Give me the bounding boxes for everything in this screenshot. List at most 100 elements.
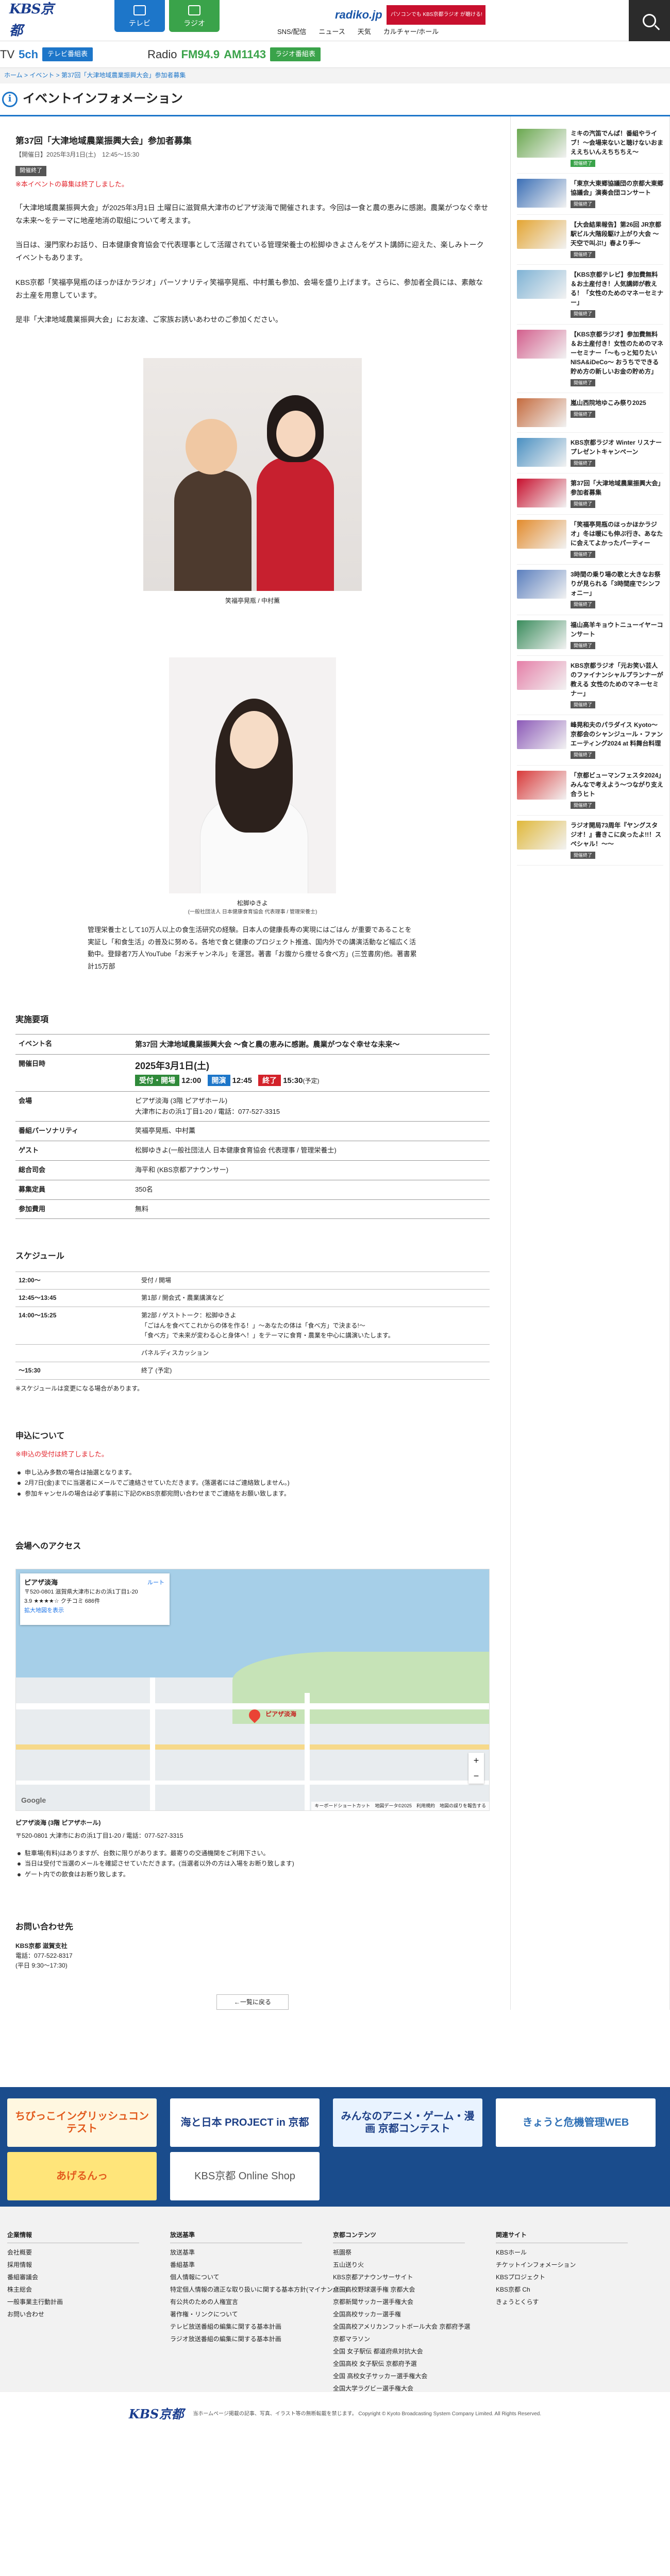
footer-link[interactable]: 全国大学ラグビー選手権大会 [333, 2382, 470, 2395]
footer-link[interactable]: 全国 女子駅伝 都道府県対抗大会 [333, 2345, 470, 2358]
event-title: 3時間の乗り場の歌と大きなお祭りが見られる「3時間座でシンフォニー」 [571, 571, 661, 597]
breadcrumb[interactable]: ホーム > イベント > 第37回「大津地域農業振興大会」参加者募集 [0, 68, 670, 83]
map-route-link[interactable]: ルート [147, 1579, 164, 1588]
tv-schedule-button[interactable]: テレビ番組表 [42, 47, 93, 61]
banner-online-shop[interactable]: KBS京都 Online Shop [170, 2152, 320, 2201]
footer-link[interactable]: 株主総会 [7, 2283, 139, 2296]
sidebar-event-item[interactable]: 峰晃和夫のパラダイス Kyoto～京都会のシャンジュール・ファンエーティング20… [517, 715, 663, 766]
event-date: 2025年3月1日(土) [135, 1061, 210, 1071]
footer-link[interactable]: ラジオ放送番組の編集に関する基本計画 [170, 2333, 347, 2345]
event-title: 「京都ビューマンフェスタ2024」みんなで考えよう～つながり支え合うヒト [571, 771, 664, 798]
footer-link[interactable]: KBS京都アナウンサーサイト [333, 2271, 470, 2283]
map-enlarge-link[interactable]: 拡大地図を表示 [24, 1607, 64, 1614]
event-title: 【大会結果報告】第26回 JR京都駅ビル大階段駆け上がり大会 ～天空で叫ぶ!」春… [571, 221, 662, 247]
venue-map[interactable]: ピアザ淡海 〒520-0801 滋賀県大津市におの浜1丁目1-20 3.9 ★★… [15, 1568, 490, 1811]
main-content: 第37回「大津地域農業振興大会」参加者募集 【開催日】2025年3月1日(土) … [0, 116, 490, 2010]
sidebar-event-item[interactable]: 【大会結果報告】第26回 JR京都駅ビル大階段駆け上がり大会 ～天空で叫ぶ!」春… [517, 215, 663, 265]
am-frequency: AM1143 [224, 47, 266, 61]
sidebar-event-item[interactable]: 「東京大東郷協議団の京都大東郷協議会」演奏会団コンサート 開催終了 [517, 174, 663, 215]
footer-link[interactable]: 全国 高校女子サッカー選手権大会 [333, 2370, 470, 2382]
footer-link[interactable]: 五山送り火 [333, 2259, 470, 2271]
footer-link[interactable]: KBSプロジェクト [496, 2271, 628, 2283]
footer-link[interactable]: KBSホール [496, 2246, 628, 2259]
status-badge: 開催終了 [571, 410, 596, 418]
menu-sns[interactable]: SNS/配信 [277, 27, 306, 38]
footer-link[interactable]: 番組審議会 [7, 2271, 139, 2283]
status-badge: 開催終了 [571, 379, 596, 386]
sidebar-event-item[interactable]: 嵐山西院地ゆこみ祭り2025 開催終了 [517, 393, 663, 433]
radio-label: Radio [147, 47, 177, 61]
footer-column: 放送基準 放送基準 番組基準 個人情報について 特定個人情報の適正な取り扱いに関する基本… [170, 2230, 347, 2345]
sidebar-event-item[interactable]: ミキの汽笛でんぱ！番組やライブ！～会場来ないと聴けないおまええちいんえちちちえ～… [517, 124, 663, 174]
sidebar-event-item[interactable]: 第37回「大津地域農業振興大会」参加者募集 開催終了 [517, 473, 663, 515]
table-row: 12:45～13:45 第1部 / 開会式・農業講演など [15, 1289, 490, 1307]
menu-weather[interactable]: 天気 [358, 27, 371, 38]
contact-heading: お問い合わせ先 [15, 1923, 74, 1932]
footer-link[interactable]: 全国高校サッカー選手権 [333, 2308, 470, 2320]
event-title: 峰晃和夫のパラダイス Kyoto～京都会のシャンジュール・ファンエーティング20… [571, 721, 663, 748]
event-thumbnail [517, 398, 566, 427]
sidebar-event-item[interactable]: 「笑福亭晃瓶のほっかほかラジオ」冬は暖にも伸ぶ行き、あなたに会えてよかったパーテ… [517, 515, 663, 565]
sidebar: ミキの汽笛でんぱ！番組やライブ！～会場来ないと聴けないおまええちいんえちちちえ～… [510, 116, 670, 2010]
footer-link[interactable]: KBS京都 Ch [496, 2283, 628, 2296]
footer-link[interactable]: 会社概要 [7, 2246, 139, 2259]
footer-link[interactable]: 採用情報 [7, 2259, 139, 2271]
guest-photo [169, 657, 336, 894]
footer-link[interactable]: 個人情報について [170, 2271, 347, 2283]
footer-link[interactable]: 全国高校 女子駅伝 京都府予選 [333, 2358, 470, 2370]
footer-link[interactable]: 祇園祭 [333, 2246, 470, 2259]
banner-ageruun[interactable]: あげるんっ [7, 2152, 157, 2201]
footer-link[interactable]: 有公共のための人権宣言 [170, 2296, 347, 2308]
menu-culture[interactable]: カルチャー/ホール [383, 27, 439, 38]
sidebar-event-item[interactable]: KBS京都ラジオ Winter リスナープレゼントキャンペーン 開催終了 [517, 433, 663, 474]
venue-name: ピアザ淡海 (3階 ピアザホール) [15, 1819, 101, 1826]
banner-umi-project[interactable]: 海と日本 PROJECT in 京都 [170, 2098, 320, 2147]
sidebar-event-item[interactable]: 【KBS京都ラジオ】参加費無料＆お土産付き！女性のためのマネーセミナー「～もっと… [517, 325, 663, 393]
back-to-list-button[interactable]: ← 一覧に戻る [216, 1994, 289, 2010]
footer-link[interactable]: 番組基準 [170, 2259, 347, 2271]
footer-link[interactable]: お問い合わせ [7, 2308, 139, 2320]
radio-schedule-button[interactable]: ラジオ番組表 [270, 47, 321, 61]
banner-english-contest[interactable]: ちびっこイングリッシュコンテスト [7, 2098, 157, 2147]
banner-kiki-kanri[interactable]: きょうと危機管理WEB [496, 2098, 656, 2147]
footer-copyright: KBS京都 当ホームページ掲載の記事、写真、イラスト等の無断転載を禁じます。 C… [0, 2392, 670, 2436]
sidebar-event-item[interactable]: KBS京都ラジオ「元お笑い芸人のファイナンシャルプランナーが教える 女性のための… [517, 656, 663, 716]
tab-radio-label: ラジオ [183, 19, 205, 27]
footer-link[interactable]: テレビ放送番組の編集に関する基本計画 [170, 2320, 347, 2333]
table-row: ～15:30 終了 (予定) [15, 1362, 490, 1380]
article-title: 第37回「大津地域農業振興大会」参加者募集 [15, 136, 192, 146]
footer-link[interactable]: 特定個人情報の適正な取り扱いに関する基本方針(マイナンバー) [170, 2283, 347, 2296]
event-thumbnail [517, 479, 566, 508]
footer-link[interactable]: 京都新聞サッカー選手権大会 [333, 2296, 470, 2308]
tab-tv[interactable]: テレビ [114, 0, 165, 32]
footer-link[interactable]: きょうとくらす [496, 2296, 628, 2308]
tab-radio[interactable]: ラジオ [169, 0, 220, 32]
footer-link[interactable]: チケットインフォメーション [496, 2259, 628, 2271]
map-attribution[interactable]: キーボードショートカット 地図データ©2025 利用規約 地図の誤りを報告する [311, 1802, 489, 1810]
search-button[interactable] [629, 0, 670, 41]
sidebar-event-item[interactable]: 福山高羊キョウトニューイヤーコンサート 開催終了 [517, 615, 663, 656]
footer-link[interactable]: 全国高校野球選手権 京都大会 [333, 2283, 470, 2296]
map-zoom-control[interactable]: + − [468, 1752, 484, 1784]
list-item: 当日は受付で当選のメールを確認させていただきます。(当選者以外の方は入場をお断り… [15, 1858, 490, 1869]
search-icon [643, 14, 656, 27]
footer-link[interactable]: 放送基準 [170, 2246, 347, 2259]
status-badge: 開催終了 [571, 250, 596, 259]
radiko-banner[interactable]: radiko.jp パソコンでも KBS京都ラジオ が聴ける! [331, 5, 485, 25]
status-badge: 開催終了 [571, 160, 596, 167]
site-logo[interactable]: KBS京都 [9, 2, 66, 39]
schedule-note: ※スケジュールは変更になる場合があります。 [15, 1385, 144, 1393]
sidebar-event-item[interactable]: ラジオ開局73周年『ヤングスタジオ！』書きこに戻ったよ!!！スペシャル！～～ 開催… [517, 816, 663, 866]
banner-anime-contest[interactable]: みんなのアニメ・ゲーム・漫画 京都コンテスト [333, 2098, 482, 2147]
sidebar-event-item[interactable]: 【KBS京都テレビ】参加費無料＆お土産付き！人気講師が教える！「女性のためのマネ… [517, 265, 663, 325]
venue-address: 〒520-0801 大津市におの浜1丁目1-20 / 電話：077-527-33… [15, 1832, 183, 1839]
footer-link[interactable]: 著作権・リンクについて [170, 2308, 347, 2320]
access-notes: 駐車場(有料)はありますが、台数に限りがあります。最寄りの交通機関をご利用下さい… [15, 1848, 490, 1879]
sidebar-event-item[interactable]: 「京都ビューマンフェスタ2024」みんなで考えよう～つながり支え合うヒト 開催終了 [517, 766, 663, 816]
sidebar-event-item[interactable]: 3時間の乗り場の歌と大きなお祭りが見られる「3時間座でシンフォニー」 開催終了 [517, 565, 663, 615]
footer-link[interactable]: 一般事業主行動計画 [7, 2296, 139, 2308]
menu-news[interactable]: ニュース [319, 27, 345, 38]
footer-link[interactable]: 全国高校アメリカンフットボール大会 京都府予選 [333, 2320, 470, 2333]
event-title: 福山高羊キョウトニューイヤーコンサート [571, 621, 663, 638]
footer-link[interactable]: 京都マラソン [333, 2333, 470, 2345]
